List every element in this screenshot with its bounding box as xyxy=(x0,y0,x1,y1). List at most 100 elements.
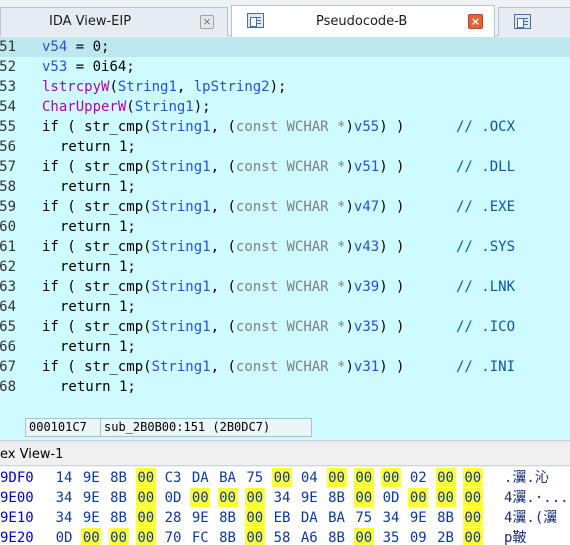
hex-byte[interactable]: EB xyxy=(272,508,292,527)
hex-byte[interactable]: 00 xyxy=(244,528,265,545)
variable-token[interactable]: String1 xyxy=(152,159,211,175)
code-line[interactable]: 58 return 1; xyxy=(0,177,570,197)
hex-byte[interactable]: 8B xyxy=(327,488,347,507)
hex-byte[interactable]: 00 xyxy=(353,528,374,545)
hex-byte[interactable]: 00 xyxy=(217,488,238,507)
hex-byte[interactable]: DA xyxy=(190,468,210,487)
code-line[interactable]: 67 if ( str_cmp(String1, (const WCHAR *)v… xyxy=(0,357,570,377)
hex-byte[interactable]: 8B xyxy=(436,508,456,527)
hex-row[interactable]: 9E20 0D 00 00 00 70 FC 8B 00 58 A6 8B 00 35 09 2B 00 p鞁 xyxy=(0,528,570,545)
hex-byte[interactable]: 0D xyxy=(381,488,401,507)
code-line[interactable]: 64 return 1; xyxy=(0,297,570,317)
hex-byte[interactable]: 00 xyxy=(135,528,156,545)
variable-token[interactable]: String1 xyxy=(152,199,211,215)
hex-byte[interactable]: 8B xyxy=(327,528,347,545)
hex-byte[interactable]: 8B xyxy=(109,508,129,527)
hex-byte[interactable]: 9E xyxy=(81,468,101,487)
variable-token[interactable]: String1 xyxy=(152,279,211,295)
hex-byte[interactable]: 00 xyxy=(381,468,401,487)
variable-token[interactable]: String1 xyxy=(135,99,194,115)
hex-byte[interactable]: A6 xyxy=(299,528,319,545)
code-line[interactable]: 51 v54 = 0; xyxy=(0,37,570,57)
hex-byte[interactable]: 8B xyxy=(218,508,238,527)
function-token[interactable]: CharUpperW xyxy=(42,99,126,115)
code-line[interactable]: 53 lstrcpyW(String1, lpString2); xyxy=(0,77,570,97)
variable-token[interactable]: v31 xyxy=(354,359,379,375)
variable-token[interactable]: v54 xyxy=(42,39,67,55)
hex-byte[interactable]: FC xyxy=(190,528,210,545)
hex-byte[interactable]: DA xyxy=(299,508,319,527)
code-line[interactable]: 60 return 1; xyxy=(0,217,570,237)
hex-byte[interactable]: 09 xyxy=(408,528,428,545)
hex-byte[interactable]: 9E xyxy=(408,508,428,527)
code-line[interactable]: 62 return 1; xyxy=(0,257,570,277)
hex-byte[interactable]: 00 xyxy=(135,508,156,527)
hex-byte[interactable]: 00 xyxy=(326,468,347,487)
hex-byte[interactable]: 70 xyxy=(163,528,183,545)
hex-view-pane[interactable]: 9DF0 14 9E 8B 00 C3 DA BA 75 00 04 00 00 00 02 00 00 .瀷.沁… xyxy=(0,467,570,545)
hex-byte[interactable]: 9E xyxy=(81,508,101,527)
hex-byte[interactable]: 8B xyxy=(109,468,129,487)
hex-row[interactable]: 9E00 34 9E 8B 00 0D 00 00 00 34 9E 8B 00 0D 00 00 00 4瀷.·… xyxy=(0,488,570,508)
hex-byte[interactable]: 00 xyxy=(135,488,156,507)
code-line[interactable]: 61 if ( str_cmp(String1, (const WCHAR *)v… xyxy=(0,237,570,257)
hex-byte[interactable]: 04 xyxy=(299,468,319,487)
hex-byte[interactable]: 00 xyxy=(435,488,456,507)
hex-byte[interactable]: 00 xyxy=(190,488,211,507)
code-line[interactable]: 59 if ( str_cmp(String1, (const WCHAR *)v… xyxy=(0,197,570,217)
code-line[interactable]: 63 if ( str_cmp(String1, (const WCHAR *)v… xyxy=(0,277,570,297)
hex-byte[interactable]: 34 xyxy=(54,488,74,507)
hex-byte[interactable]: 8B xyxy=(218,528,238,545)
hex-byte[interactable]: 00 xyxy=(244,508,265,527)
code-line[interactable]: 68 return 1; xyxy=(0,377,570,397)
tab-next[interactable] xyxy=(498,7,570,36)
hex-byte[interactable]: BA xyxy=(218,468,238,487)
hex-byte[interactable]: 34 xyxy=(54,508,74,527)
variable-token[interactable]: String1 xyxy=(152,239,211,255)
variable-token[interactable]: v43 xyxy=(354,239,379,255)
variable-token[interactable]: String1 xyxy=(152,319,211,335)
close-icon[interactable]: × xyxy=(200,15,214,29)
hex-view-title[interactable]: ex View-1 xyxy=(0,444,570,466)
hex-byte[interactable]: 00 xyxy=(108,528,129,545)
code-line[interactable]: 66 return 1; xyxy=(0,337,570,357)
hex-byte[interactable]: C3 xyxy=(163,468,183,487)
code-line[interactable]: 56 return 1; xyxy=(0,137,570,157)
variable-token[interactable]: v55 xyxy=(354,119,379,135)
variable-token[interactable]: String1 xyxy=(152,359,211,375)
hex-byte[interactable]: 28 xyxy=(163,508,183,527)
hex-row[interactable]: 9DF0 14 9E 8B 00 C3 DA BA 75 00 04 00 00 00 02 00 00 .瀷.沁 xyxy=(0,468,570,488)
code-line[interactable]: 54 CharUpperW(String1); xyxy=(0,97,570,117)
hex-byte[interactable]: 00 xyxy=(462,488,483,507)
code-line[interactable]: 55 if ( str_cmp(String1, (const WCHAR *)v… xyxy=(0,117,570,137)
hex-byte[interactable]: 0D xyxy=(54,528,74,545)
hex-byte[interactable]: 35 xyxy=(381,528,401,545)
hex-byte[interactable]: 00 xyxy=(244,488,265,507)
hex-byte[interactable]: 00 xyxy=(462,508,483,527)
close-icon[interactable]: × xyxy=(468,14,483,29)
hex-byte[interactable]: 14 xyxy=(54,468,74,487)
hex-byte[interactable]: 00 xyxy=(462,468,483,487)
variable-token[interactable]: v51 xyxy=(354,159,379,175)
code-line[interactable]: 57 if ( str_cmp(String1, (const WCHAR *)v… xyxy=(0,157,570,177)
hex-byte[interactable]: 75 xyxy=(245,468,265,487)
code-line[interactable] xyxy=(0,397,570,417)
hex-byte[interactable]: 9E xyxy=(81,488,101,507)
variable-token[interactable]: v35 xyxy=(354,319,379,335)
hex-byte[interactable]: 00 xyxy=(272,468,292,487)
hex-byte[interactable]: 00 xyxy=(462,528,483,545)
variable-token[interactable]: lpString2 xyxy=(194,79,270,95)
code-line[interactable]: 65 if ( str_cmp(String1, (const WCHAR *)v… xyxy=(0,317,570,337)
hex-byte[interactable]: 9E xyxy=(190,508,210,527)
variable-token[interactable]: v53 xyxy=(42,59,67,75)
hex-byte[interactable]: 00 xyxy=(353,488,374,507)
hex-byte[interactable]: 75 xyxy=(354,508,374,527)
function-token[interactable]: lstrcpyW xyxy=(42,79,109,95)
hex-byte[interactable]: 02 xyxy=(408,468,428,487)
hex-byte[interactable]: 00 xyxy=(135,468,156,487)
hex-byte[interactable]: 34 xyxy=(381,508,401,527)
hex-byte[interactable]: 00 xyxy=(435,468,456,487)
hex-byte[interactable]: 58 xyxy=(272,528,292,545)
tab-ida-view-eip[interactable]: IDA View-EIP × xyxy=(0,7,228,36)
variable-token[interactable]: v39 xyxy=(354,279,379,295)
